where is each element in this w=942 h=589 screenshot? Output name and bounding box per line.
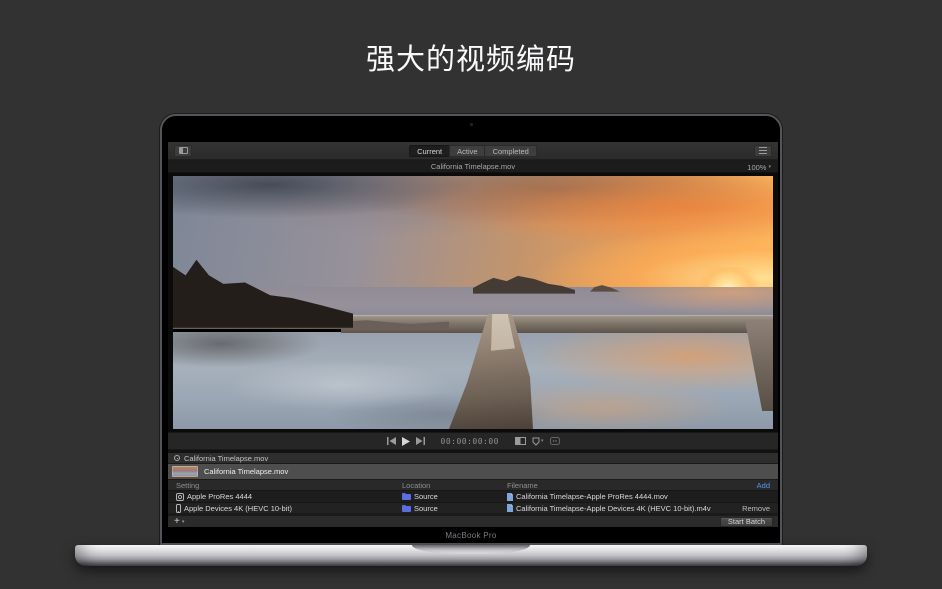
output-row[interactable]: Apple ProRes 4444 Source California Time… [168, 491, 778, 502]
batch-job-header[interactable]: California Timelapse.mov [168, 453, 778, 464]
viewer-titlebar: California Timelapse.mov 100% ▾ [168, 161, 778, 173]
inspector-icon [759, 147, 767, 154]
video-thumbnail [172, 466, 198, 477]
tab-active[interactable]: Active [449, 145, 485, 157]
add-job-button[interactable]: + [174, 517, 180, 527]
tab-completed[interactable]: Completed [485, 145, 537, 157]
preview-viewer [168, 173, 778, 432]
zoom-control[interactable]: 100% ▾ [747, 161, 771, 173]
tab-current[interactable]: Current [409, 145, 450, 157]
skip-back-button[interactable] [387, 437, 396, 445]
sidebar-icon [179, 147, 188, 154]
file-icon [507, 504, 513, 512]
source-filename: California Timelapse.mov [204, 467, 288, 476]
video-frame-image [173, 176, 773, 429]
setting-icon [176, 493, 184, 501]
sunset-sky [173, 176, 773, 287]
output-row[interactable]: Apple Devices 4K (HEVC 10-bit) Source Ca… [168, 502, 778, 513]
file-icon [507, 493, 513, 501]
chevron-down-icon: ▾ [768, 164, 771, 170]
chevron-down-icon: ▾ [182, 519, 185, 525]
output-location: Source [414, 504, 438, 513]
outputs-table-header: Setting Location Filename Add [168, 480, 778, 491]
column-setting: Setting [176, 480, 199, 490]
output-filename: California Timelapse-Apple ProRes 4444.m… [516, 492, 668, 501]
app-toolbar: Current Active Completed [168, 142, 778, 160]
column-location: Location [402, 480, 430, 490]
marker-popup-button[interactable]: ▾ [532, 437, 544, 446]
compressor-window: Current Active Completed California Time… [168, 142, 778, 527]
device-icon [176, 504, 181, 513]
lid-notch [412, 545, 530, 554]
view-segmented-control: Current Active Completed [409, 145, 537, 157]
clock-icon [174, 455, 180, 461]
source-media-row[interactable]: California Timelapse.mov [168, 464, 778, 479]
chevron-down-icon: ▾ [541, 438, 544, 444]
job-title: California Timelapse.mov [184, 454, 268, 463]
loop-button[interactable] [550, 437, 560, 445]
macbook-screen: Current Active Completed California Time… [160, 114, 782, 545]
output-filename: California Timelapse-Apple Devices 4K (H… [516, 504, 711, 513]
transport-bar: 00:00:00:00 ▾ [168, 432, 778, 449]
batch-footer: + ▾ Start Batch [168, 515, 778, 527]
start-batch-button[interactable]: Start Batch [720, 517, 773, 527]
folder-icon [402, 493, 411, 500]
page-title: 强大的视频编码 [0, 36, 942, 78]
output-location: Source [414, 492, 438, 501]
macbook-base [75, 545, 867, 566]
skip-forward-button[interactable] [416, 437, 425, 445]
split-view-button[interactable] [515, 437, 526, 445]
output-setting: Apple ProRes 4444 [187, 492, 252, 501]
sidebar-toggle-button[interactable] [174, 145, 192, 157]
viewer-filename: California Timelapse.mov [431, 162, 515, 171]
zoom-value: 100% [747, 163, 766, 172]
output-setting: Apple Devices 4K (HEVC 10-bit) [184, 504, 292, 513]
device-label: MacBook Pro [162, 531, 780, 540]
inspector-toggle-button[interactable] [754, 145, 772, 157]
remove-output-link[interactable]: Remove [742, 503, 770, 513]
camera-icon [470, 123, 473, 126]
add-output-link[interactable]: Add [757, 480, 770, 490]
column-filename: Filename [507, 480, 538, 490]
timecode-display: 00:00:00:00 [441, 437, 499, 446]
folder-icon [402, 505, 411, 512]
play-button[interactable] [402, 437, 410, 446]
